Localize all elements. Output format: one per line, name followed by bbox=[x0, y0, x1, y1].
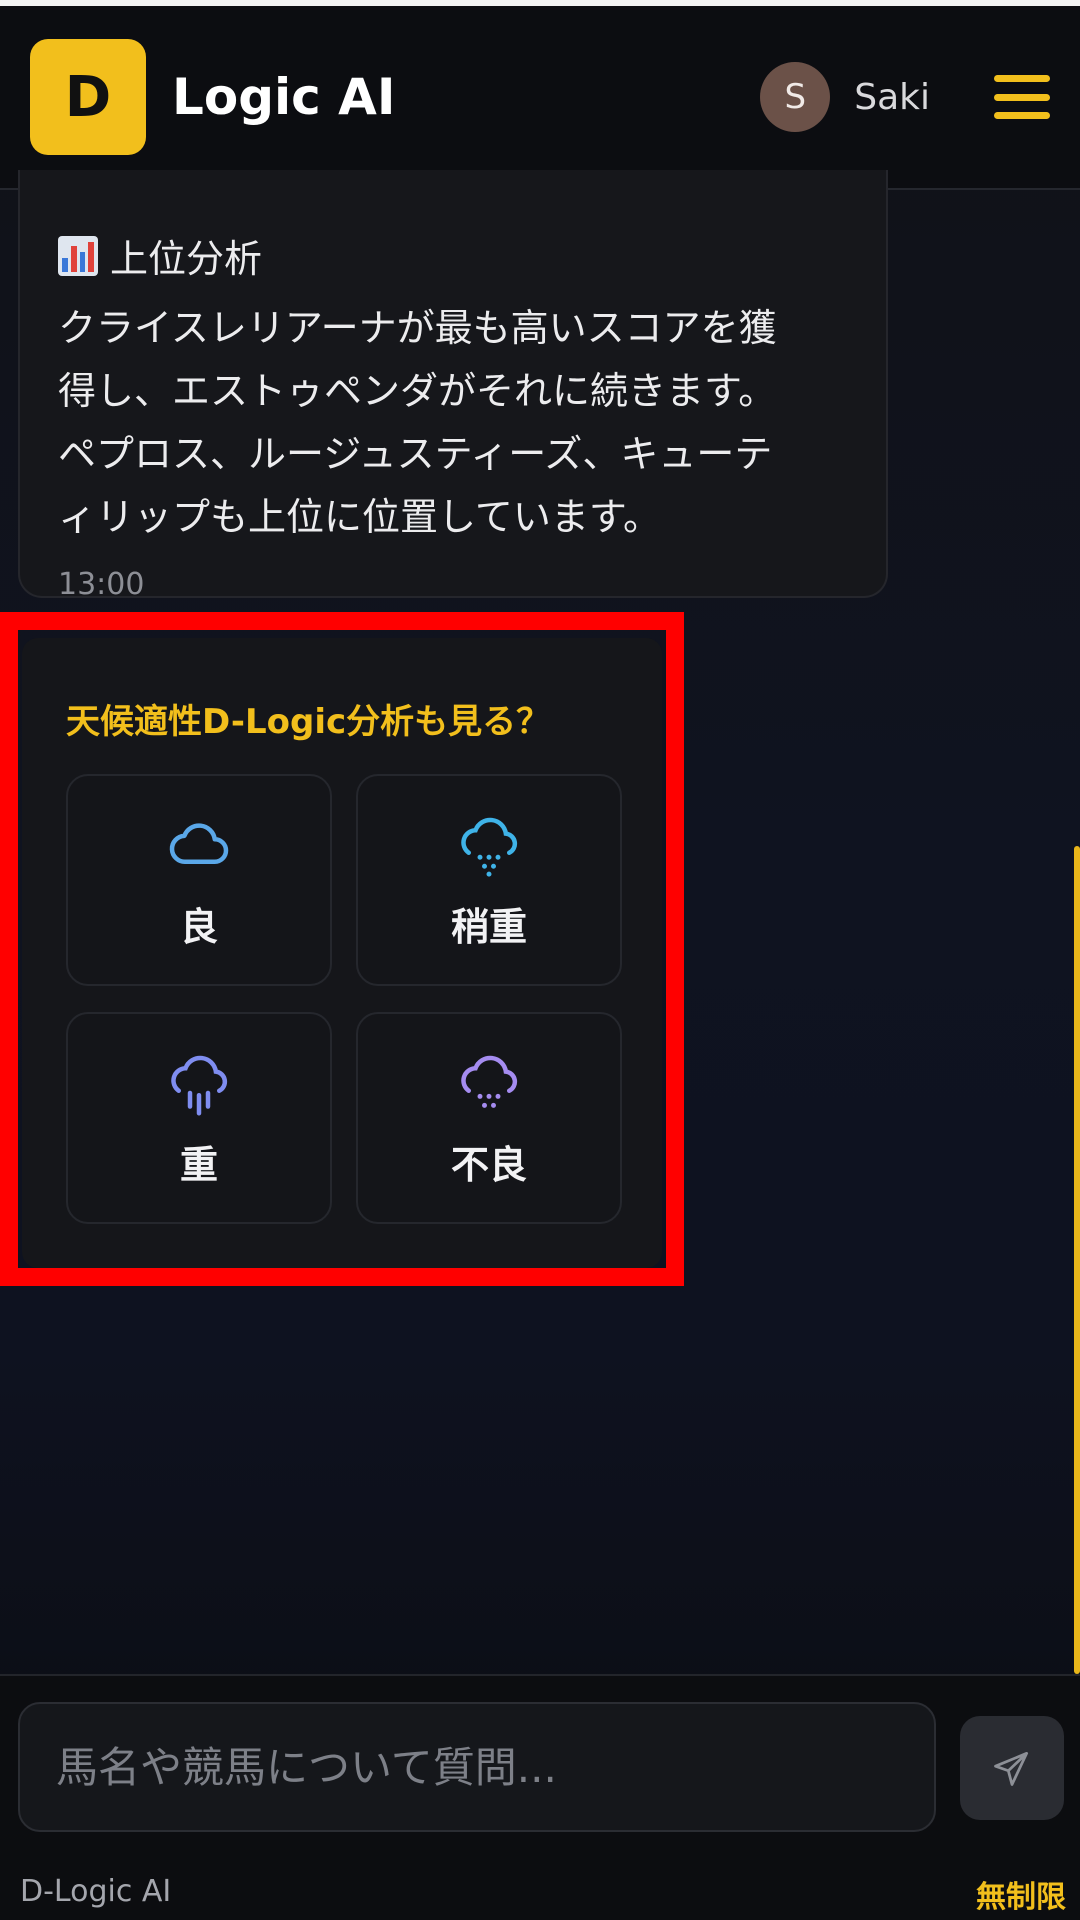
logo-letter: D bbox=[64, 64, 112, 130]
assistant-message-bubble: 上位分析 クライスレリアーナが最も高いスコアを獲 得し、エストゥペンダがそれに続… bbox=[18, 170, 888, 602]
hamburger-menu-icon[interactable] bbox=[994, 75, 1050, 119]
weather-option-heavy[interactable]: 重 bbox=[66, 1012, 332, 1224]
weather-analysis-card: 天候適性D-Logic分析も見る？ 良 稍重 重 不良 bbox=[22, 638, 662, 1268]
weather-option-label: 稍重 bbox=[450, 904, 527, 949]
cloud-icon bbox=[169, 822, 229, 864]
user-avatar[interactable]: S bbox=[760, 62, 831, 132]
app-logo[interactable]: D bbox=[30, 39, 146, 155]
plan-badge: 無制限 bbox=[976, 1880, 1066, 1915]
message-body: クライスレリアーナが最も高いスコアを獲 得し、エストゥペンダがそれに続きます。 … bbox=[58, 297, 850, 549]
weather-option-bad[interactable]: 不良 bbox=[356, 1012, 622, 1224]
weather-option-label: 良 bbox=[179, 904, 218, 949]
cloud-rain-icon bbox=[171, 1055, 228, 1115]
avatar-initial: S bbox=[784, 77, 807, 117]
message-line: ィリップも上位に位置しています。 bbox=[58, 495, 662, 539]
composer-bar: D-Logic AI 無制限 bbox=[0, 1674, 1080, 1920]
message-timestamp: 13:00 bbox=[58, 567, 145, 602]
message-line: クライスレリアーナが最も高いスコアを獲 bbox=[58, 306, 777, 350]
cloud-heavy-drizzle-icon bbox=[461, 1055, 518, 1108]
bar-chart-icon bbox=[58, 235, 98, 276]
app-title: Logic AI bbox=[172, 68, 396, 126]
message-heading-text: 上位分析 bbox=[110, 237, 263, 281]
message-heading: 上位分析 bbox=[58, 228, 850, 283]
message-line: ペプロス、ルージュスティーズ、キューテ bbox=[58, 432, 773, 476]
user-name: Saki bbox=[854, 76, 930, 118]
weather-option-slightly-heavy[interactable]: 稍重 bbox=[356, 774, 622, 986]
app-screen: D Logic AI S Saki 上位分析 クライスレリアーナが最も高いスコア… bbox=[0, 0, 1080, 1920]
app-header: D Logic AI S Saki bbox=[0, 6, 1080, 190]
weather-option-good[interactable]: 良 bbox=[66, 774, 332, 986]
weather-card-title: 天候適性D-Logic分析も見る？ bbox=[66, 702, 551, 742]
send-icon bbox=[994, 1751, 1029, 1786]
cloud-drizzle-icon bbox=[461, 817, 518, 877]
footer-brand: D-Logic AI bbox=[20, 1874, 172, 1909]
send-button[interactable] bbox=[960, 1716, 1064, 1820]
weather-option-label: 不良 bbox=[450, 1142, 527, 1187]
scrollbar[interactable] bbox=[1074, 846, 1080, 1674]
weather-option-label: 重 bbox=[179, 1142, 218, 1187]
message-line: 得し、エストゥペンダがそれに続きます。 bbox=[58, 369, 777, 413]
question-input[interactable] bbox=[18, 1702, 936, 1832]
